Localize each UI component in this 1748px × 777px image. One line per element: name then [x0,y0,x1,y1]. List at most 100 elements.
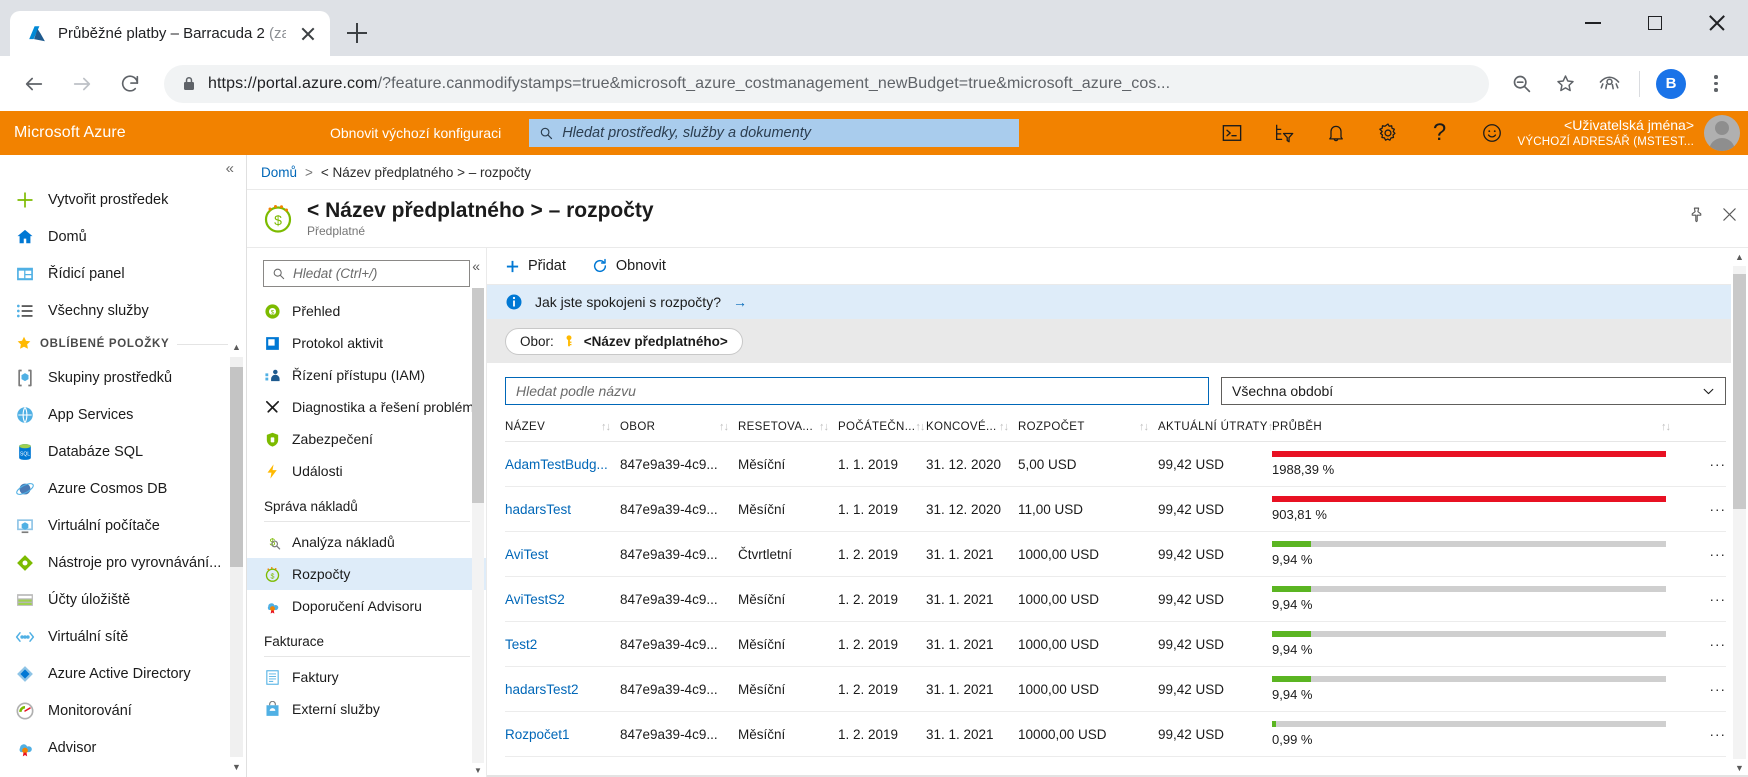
pin-icon[interactable] [1688,206,1705,227]
sort-arrows-icon[interactable]: ↑↓ [819,421,829,433]
cell-name[interactable]: Rozpočet1 [505,711,620,757]
column-header-scope[interactable]: OBOR ↑↓ [620,415,738,442]
star-icon[interactable] [1545,64,1585,104]
column-header-reset[interactable]: RESETOVA... ↑↓ [738,415,838,442]
cell-name[interactable]: hadarsTest [505,486,620,532]
blade-menu-search-input[interactable]: Hledat (Ctrl+/) [263,260,470,287]
sort-arrows-icon[interactable]: ↑↓ [915,421,925,433]
settings-gear-icon[interactable] [1362,111,1414,155]
column-header-end-date[interactable]: KONCOVÉ... ↑↓ [926,415,1018,442]
column-header-name[interactable]: NÁZEV ↑↓ [505,415,620,442]
sidebar-item-resource-groups[interactable]: Skupiny prostředků [0,359,246,396]
reset-default-config-link[interactable]: Obnovit výchozí konfiguraci [330,125,501,141]
user-account-menu[interactable]: <Uživatelská jména> VÝCHOZÍ ADRESÁŘ (MST… [1518,115,1748,151]
table-row[interactable]: Rozpočet1 847e9a39-4c9... Měsíční 1. 2. 201… [505,711,1726,757]
row-actions-ellipsis-icon[interactable]: ··· [1680,666,1726,712]
sidebar-item-azure-active-directory[interactable]: Azure Active Directory [0,655,246,692]
azure-logo-text[interactable]: Microsoft Azure [0,124,330,142]
column-header-start-date[interactable]: POČÁTEČN... ↑↓ [838,415,926,442]
blade-menu-collapse-icon[interactable]: « [472,258,480,274]
new-tab-button[interactable] [336,12,378,54]
zoom-out-icon[interactable] [1501,64,1541,104]
blade-menu-item-activity-log[interactable]: Protokol aktivit [247,327,486,359]
blade-menu-item-access-control[interactable]: Řízení přístupu (IAM) [247,359,486,391]
scroll-down-arrow-icon[interactable]: ▼ [230,757,243,777]
scroll-down-arrow-icon[interactable]: ▼ [472,763,484,777]
table-row[interactable]: Test2 847e9a39-4c9... Měsíční 1. 2. 2019 31.… [505,621,1726,667]
column-header-budget[interactable]: ROZPOČET ↑↓ [1018,415,1158,442]
sort-arrows-icon[interactable]: ↑↓ [719,421,729,433]
table-row[interactable]: AviTest 847e9a39-4c9... Čtvrtletní 1. 2. 20… [505,531,1726,577]
browser-tab[interactable]: Průběžné platby – Barracuda 2 (za [10,11,330,56]
column-header-current-spend[interactable]: AKTUÁLNÍ ÚTRATY ↑↓ [1158,415,1278,442]
close-icon[interactable] [1721,206,1738,227]
left-nav-collapse-icon[interactable]: « [0,155,246,181]
notifications-bell-icon[interactable] [1310,111,1362,155]
filter-directory-icon[interactable] [1258,111,1310,155]
feedback-arrow-icon[interactable]: → [733,294,747,310]
help-question-icon[interactable]: ? [1414,111,1466,155]
table-row[interactable]: AdamTestBudg... 847e9a39-4c9... Měsíční 1. … [505,441,1726,487]
blade-menu-item-overview[interactable]: $ Přehled [247,295,486,327]
refresh-button[interactable]: Obnovit [592,258,666,274]
budget-name-link[interactable]: AdamTestBudg... [505,457,608,472]
table-row[interactable]: hadarsTest 847e9a39-4c9... Měsíční 1. 1. 20… [505,486,1726,532]
sort-arrows-icon[interactable]: ↑↓ [999,421,1009,433]
cell-name[interactable]: AviTestS2 [505,576,620,622]
scrollbar-thumb[interactable] [230,367,243,567]
three-dots-icon[interactable] [1696,64,1736,104]
row-actions-ellipsis-icon[interactable]: ··· [1680,711,1726,757]
sidebar-item-create-resource[interactable]: Vytvořit prostředek [0,181,246,218]
sort-arrows-icon[interactable]: ↑↓ [601,421,611,433]
table-row[interactable]: AviTestS2 847e9a39-4c9... Měsíční 1. 2. 201… [505,576,1726,622]
row-actions-ellipsis-icon[interactable]: ··· [1680,441,1726,487]
sidebar-item-load-balancer[interactable]: Nástroje pro vyrovnávání... [0,544,246,581]
search-by-name-input[interactable]: Hledat podle názvu [505,377,1209,405]
user-avatar[interactable] [1704,115,1740,151]
period-select[interactable]: Všechna období [1221,377,1726,405]
row-actions-ellipsis-icon[interactable]: ··· [1680,486,1726,532]
cell-name[interactable]: AviTest [505,531,620,577]
sidebar-item-dashboard[interactable]: Řídicí panel [0,255,246,292]
row-actions-ellipsis-icon[interactable]: ··· [1680,576,1726,622]
profile-avatar[interactable]: B [1656,68,1686,99]
sidebar-item-virtual-machines[interactable]: Virtuální počítače [0,507,246,544]
sidebar-item-cosmos-db[interactable]: Azure Cosmos DB [0,470,246,507]
close-icon[interactable] [1686,0,1748,46]
budget-name-link[interactable]: AviTest [505,547,548,562]
budget-name-link[interactable]: hadarsTest2 [505,682,579,697]
blade-menu-item-cost-analysis[interactable]: $ Analýza nákladů [247,526,486,558]
tab-close-icon[interactable] [296,22,320,46]
cloud-shell-icon[interactable] [1206,111,1258,155]
sidebar-item-advisor[interactable]: Advisor [0,729,246,766]
cell-name[interactable]: Test2 [505,621,620,667]
sidebar-item-monitor[interactable]: Monitorování [0,692,246,729]
forward-arrow-icon[interactable] [60,62,104,106]
sidebar-item-app-services[interactable]: App Services [0,396,246,433]
scrollbar-thumb[interactable] [1733,274,1746,509]
budget-name-link[interactable]: Test2 [505,637,537,652]
feedback-info-bar[interactable]: Jak jste spokojeni s rozpočty? → [487,285,1748,319]
scroll-up-arrow-icon[interactable]: ▲ [230,337,243,357]
scroll-up-arrow-icon[interactable]: ▲ [1733,248,1746,266]
maximize-icon[interactable] [1624,0,1686,46]
eye-icon[interactable] [1589,64,1629,104]
sort-arrows-icon[interactable]: ↑↓ [1139,421,1149,433]
scope-selector[interactable]: Obor: <Název předplatného> [505,327,743,355]
blade-menu-item-events[interactable]: Události [247,455,486,487]
sidebar-item-all-services[interactable]: Všechny služby [0,292,246,329]
feedback-smiley-icon[interactable] [1466,111,1518,155]
blade-menu-item-budgets[interactable]: $ Rozpočty [247,558,486,590]
blade-menu-item-external-services[interactable]: Externí služby [247,693,486,725]
cell-name[interactable]: hadarsTest2 [505,666,620,712]
reload-icon[interactable] [108,62,152,106]
global-search-input[interactable]: Hledat prostředky, služby a dokumenty [529,119,1020,147]
row-actions-ellipsis-icon[interactable]: ··· [1680,621,1726,667]
breadcrumb-home-link[interactable]: Domů [261,165,297,180]
minimize-icon[interactable] [1562,0,1624,46]
blade-menu-item-invoices[interactable]: Faktury [247,661,486,693]
add-button[interactable]: Přidat [505,258,566,274]
sort-arrows-icon[interactable]: ↑↓ [1661,421,1671,433]
blade-menu-item-diagnose[interactable]: Diagnostika a řešení problémů [247,391,486,423]
left-nav-scrollbar[interactable]: ▲ ▼ [228,337,245,777]
